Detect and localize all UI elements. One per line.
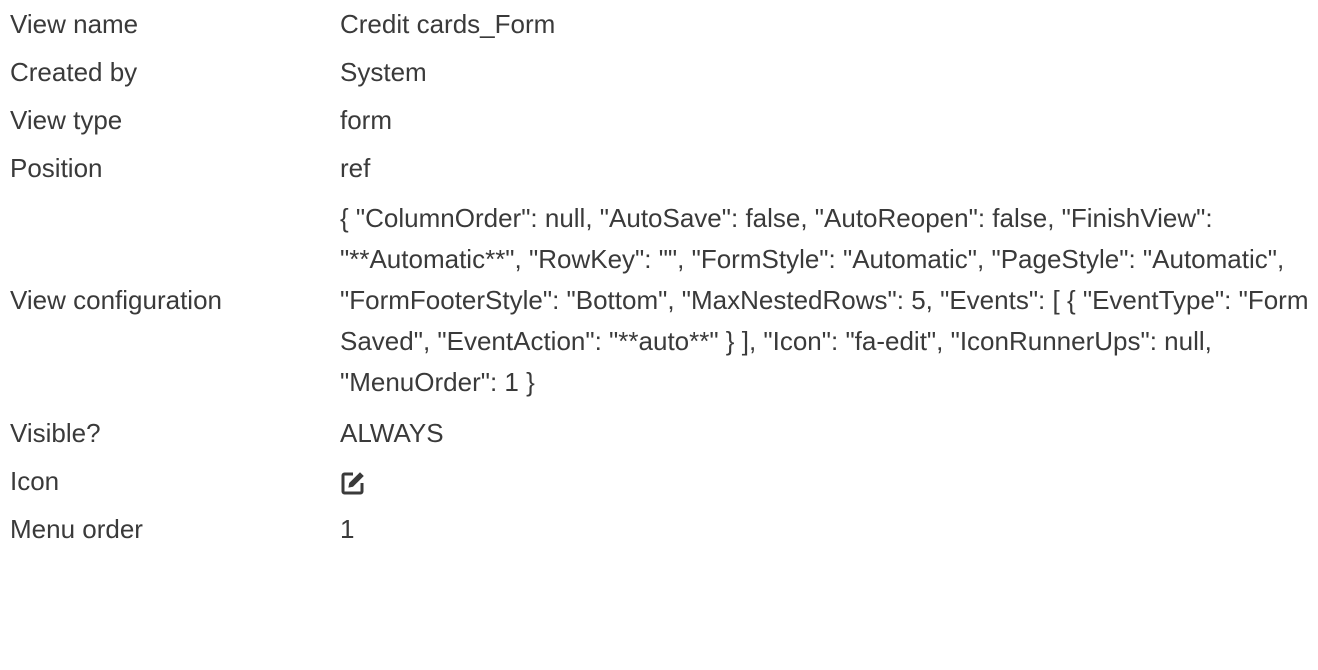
detail-row-icon: Icon [10, 457, 1310, 505]
detail-value: System [340, 56, 427, 87]
detail-row-visible: Visible? ALWAYS [10, 409, 1310, 457]
edit-icon [340, 467, 366, 495]
detail-label: Menu order [10, 513, 143, 544]
detail-row-menu-order: Menu order 1 [10, 505, 1310, 553]
detail-value: Credit cards_Form [340, 8, 556, 39]
detail-label: Created by [10, 56, 138, 87]
detail-label: View name [10, 8, 139, 39]
detail-label: Position [10, 152, 103, 183]
detail-label: Visible? [10, 417, 101, 448]
detail-value: 1 [340, 513, 355, 544]
detail-row-view-configuration: View configuration { "ColumnOrder": null… [10, 192, 1310, 409]
detail-row-created-by: Created by System [10, 48, 1310, 96]
detail-label: Icon [10, 465, 60, 496]
view-configuration-json: { "ColumnOrder": null, "AutoSave": false… [340, 203, 1309, 397]
detail-label: View configuration [10, 285, 222, 315]
view-details-table: View name Credit cards_Form Created by S… [10, 0, 1310, 553]
detail-value: ref [340, 152, 371, 183]
detail-row-position: Position ref [10, 144, 1310, 192]
detail-value: ALWAYS [340, 417, 444, 448]
detail-row-view-name: View name Credit cards_Form [10, 0, 1310, 48]
detail-value: form [340, 104, 392, 135]
detail-value [340, 457, 1310, 505]
detail-label: View type [10, 104, 123, 135]
detail-row-view-type: View type form [10, 96, 1310, 144]
